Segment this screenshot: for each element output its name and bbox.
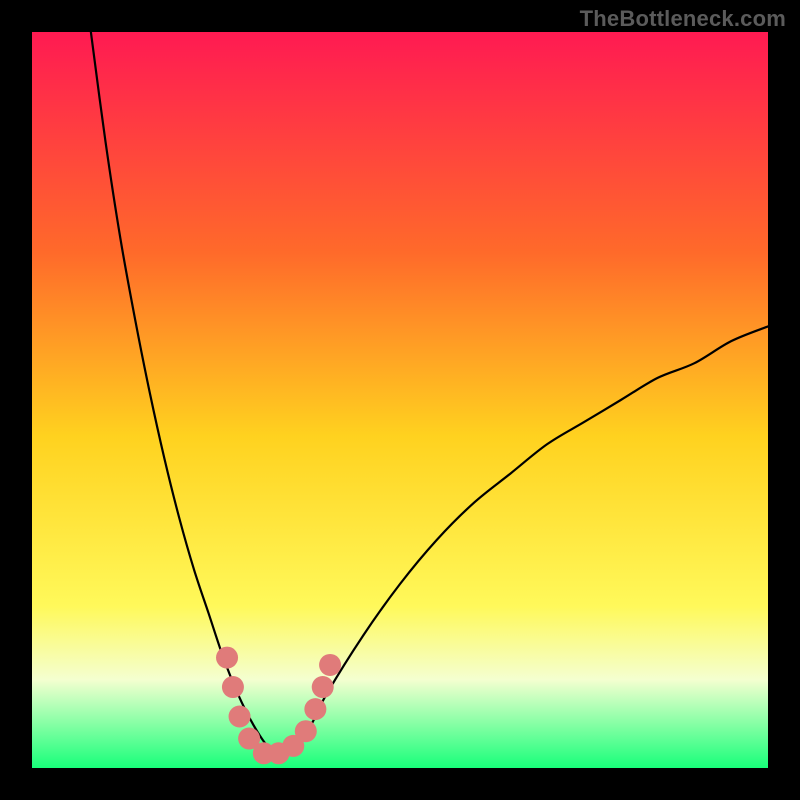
chart-frame: TheBottleneck.com xyxy=(0,0,800,800)
data-marker xyxy=(295,720,317,742)
data-marker xyxy=(312,676,334,698)
watermark-text: TheBottleneck.com xyxy=(580,6,786,32)
gradient-background xyxy=(32,32,768,768)
data-marker xyxy=(319,654,341,676)
data-marker xyxy=(229,705,251,727)
data-marker xyxy=(304,698,326,720)
data-marker xyxy=(216,647,238,669)
bottleneck-chart xyxy=(32,32,768,768)
plot-area xyxy=(32,32,768,768)
data-marker xyxy=(222,676,244,698)
